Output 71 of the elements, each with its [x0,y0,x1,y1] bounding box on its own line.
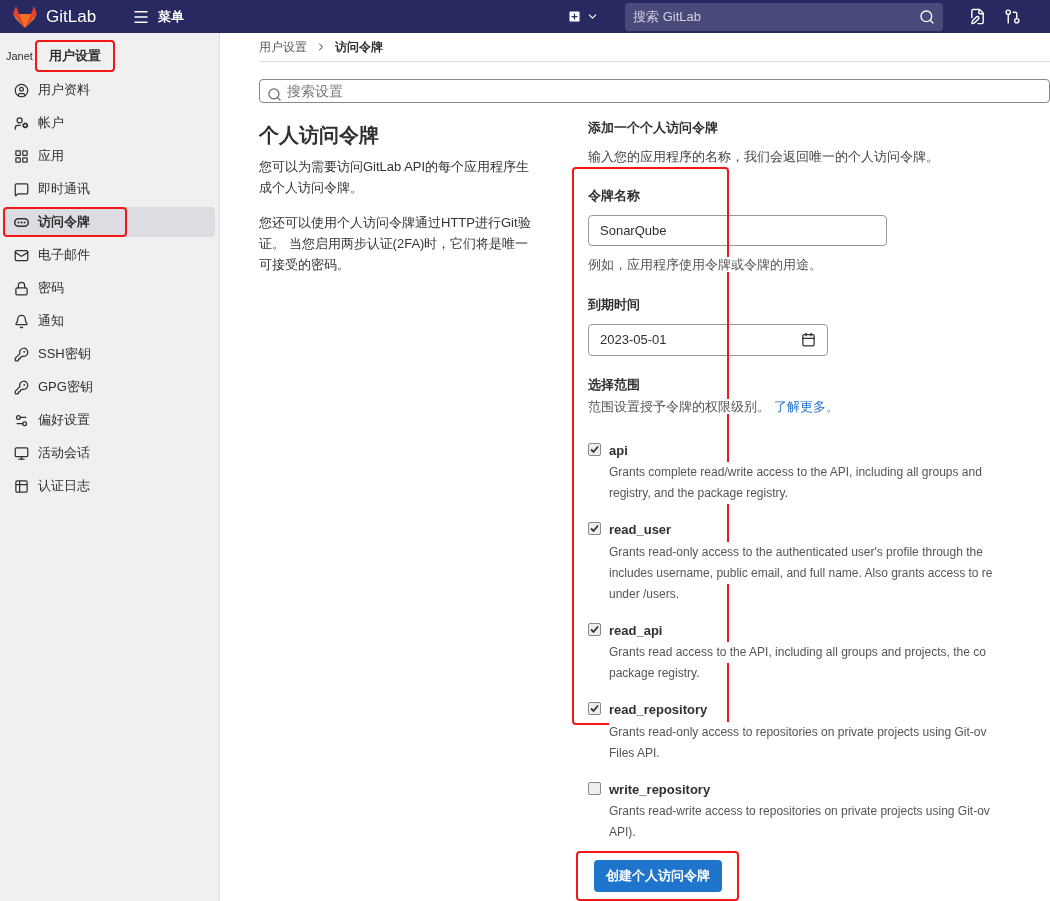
check-icon [590,624,599,634]
sidebar-item[interactable]: 偏好设置 [4,405,215,435]
token-name-field[interactable]: SonarQube [588,214,887,246]
menu-button[interactable]: 菜单 [132,6,185,27]
form-heading: 添加一个个人访问令牌 [588,119,719,137]
sidebar-item[interactable]: 帐户 [4,108,215,138]
section-title: 个人访问令牌 [259,123,380,148]
calendar-icon [801,332,816,347]
key-icon [14,379,29,395]
scope-description: Grants complete read/write access to the API, including all groups and [609,462,982,483]
check-icon [590,444,599,454]
scope-description: includes username, public email, and full name. Also grants access to re [609,562,993,584]
scope-name: read_api [609,621,664,640]
brand-name[interactable]: GitLab [46,3,97,30]
plus-icon [567,9,583,24]
create-token-button[interactable]: 创建个人访问令牌 [593,860,722,892]
sidebar-item[interactable]: GPG密钥 [4,372,215,402]
token-icon [14,217,29,227]
scope-description: Grants read-only access to the authenticated user's profile through the [609,541,983,563]
breadcrumb-link[interactable]: 用户设置 [259,38,307,56]
scope-name: api [609,441,629,460]
merge-request-icon[interactable] [1004,8,1022,25]
field-label: 选择范围 [588,375,641,394]
sidebar-item[interactable]: 用户资料 [4,75,215,105]
user-circle-icon [14,82,29,98]
check-icon [590,524,599,533]
field-label: 到期时间 [588,296,641,314]
log-icon [14,478,29,494]
sidebar-item[interactable]: 即时通讯 [4,174,215,204]
scope-checkbox[interactable] [588,522,601,535]
scope-description: registry, and the package registry. [609,483,788,504]
scope-name: read_repository [609,701,709,719]
sidebar-item[interactable]: 通知 [4,306,215,336]
sidebar-item[interactable]: 电子邮件 [4,240,215,270]
description-text: 您可以为需要访问GitLab API的每个应用程序生成个人访问令牌。 [259,158,531,197]
monitor-icon [14,445,29,461]
scope-checkbox[interactable] [588,442,601,456]
scope-description: Grants read access to the API, including all groups and projects, the co [609,642,986,663]
description-text: 您还可以使用个人访问令牌通过HTTP进行Git验证。 当您启用两步认证(2FA)时，它们将是唯一可接受的密码。 [259,214,532,274]
sidebar-item[interactable]: SSH密钥 [4,339,215,369]
key-icon [14,346,29,362]
avatar-alt-text: Janet [6,48,33,64]
sidebar-item[interactable]: 应用 [4,141,215,171]
search-icon [267,87,282,102]
grid-icon [14,148,29,164]
scope-checkbox[interactable] [588,622,601,636]
form-subheading: 输入您的应用程序的名称，我们会返回唯一的个人访问令牌。 [588,147,940,166]
breadcrumb-current: 访问令牌 [335,39,383,56]
sliders-icon [14,412,29,428]
sidebar-item[interactable]: 访问令牌 [4,207,215,237]
scope-checkbox[interactable] [588,781,601,795]
chat-icon [14,181,29,197]
edit-document-icon[interactable] [969,8,987,25]
sidebar-item[interactable]: 密码 [4,273,215,303]
settings-search-field[interactable]: 搜索设置 [259,79,1050,103]
scope-name: read_user [609,521,673,539]
check-icon [590,704,599,713]
search-field[interactable]: 搜索 GitLab [625,2,944,31]
expiry-date-field[interactable]: 2023-05-01 [588,323,828,356]
sidebar-item[interactable]: 认证日志 [4,471,215,501]
search-icon [919,8,936,25]
sidebar-item[interactable]: 活动会话 [4,438,215,468]
mail-icon [14,247,29,263]
bell-icon [14,313,29,329]
user-gear-icon [14,115,29,131]
sidebar-title: 用户设置 [34,40,115,72]
scope-checkbox[interactable] [588,702,601,715]
lock-icon [14,280,29,296]
fox-logo-icon [12,4,38,29]
scope-name: write_repository [609,780,712,799]
field-label: 令牌名称 [588,187,641,205]
